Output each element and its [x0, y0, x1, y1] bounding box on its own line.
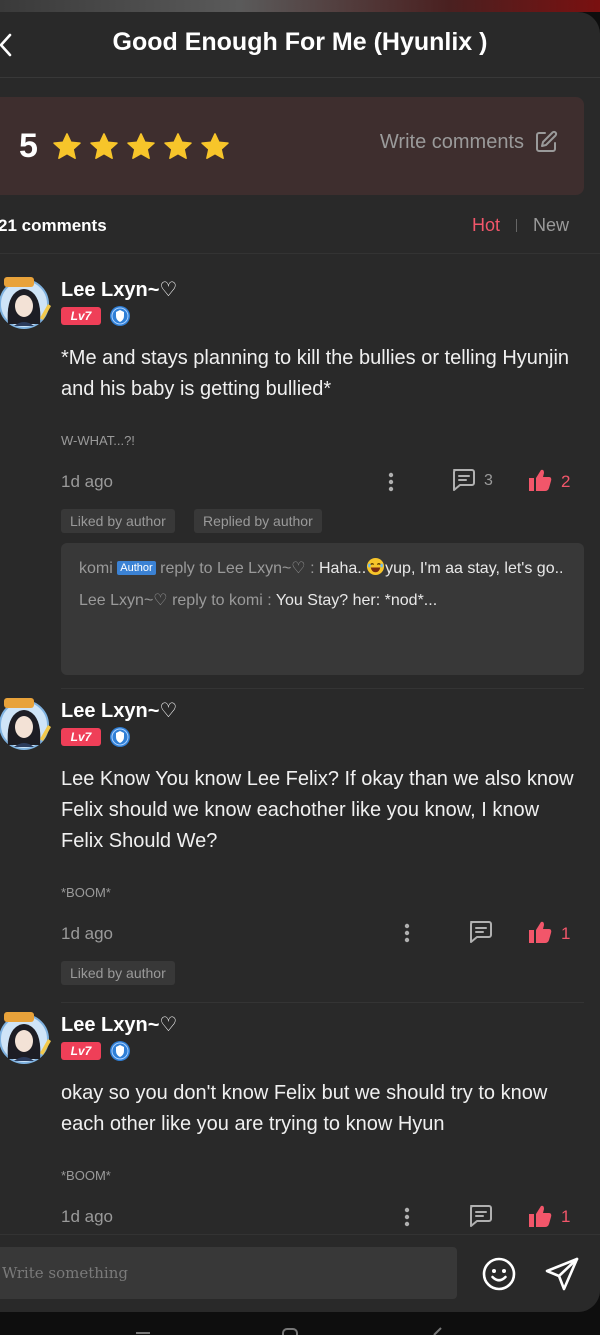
smile-icon[interactable] [480, 1255, 518, 1293]
level-badge: Lv7 [61, 307, 101, 325]
reply-text: Haha.. [319, 560, 367, 577]
sort-new-tab[interactable]: New [533, 215, 569, 236]
write-comments-label: Write comments [379, 130, 524, 153]
laughing-emoji-icon [367, 557, 385, 576]
shield-badge-icon [110, 306, 130, 326]
comment-divider [61, 688, 584, 689]
reply-author-name[interactable]: komi [79, 560, 113, 577]
star-icon [90, 133, 118, 159]
reply-item: Lee Lxyn~♡ reply to komi : You Stay? her… [79, 590, 566, 612]
thumbs-up-icon[interactable] [527, 467, 553, 493]
page-title: Good Enough For Me (Hyunlix ) [112, 28, 488, 56]
reply-text: You Stay? her: *nod*... [275, 592, 438, 609]
comment-username[interactable]: Lee Lxyn~♡ [61, 277, 177, 302]
comment-username[interactable]: Lee Lxyn~♡ [61, 1012, 177, 1037]
liked-by-author-tag: Liked by author [61, 509, 175, 533]
shield-badge-icon [110, 727, 130, 747]
comments-sheet: Good Enough For Me (Hyunlix ) 5 Write co… [0, 12, 600, 1312]
more-vertical-icon[interactable] [385, 470, 397, 494]
comment-quote: *BOOM* [61, 1168, 111, 1183]
liked-by-author-tag: Liked by author [61, 961, 175, 985]
background-app-strip [0, 0, 600, 12]
comment-text: Lee Know You know Lee Felix? If okay tha… [61, 768, 574, 852]
like-count: 2 [561, 472, 571, 491]
rating-card: 5 Write comments [0, 97, 584, 195]
edit-square-icon [536, 130, 558, 152]
avatar[interactable] [0, 1009, 52, 1065]
star-icon [164, 133, 192, 159]
star-icon [127, 133, 155, 159]
author-chip: Author [117, 561, 156, 575]
system-nav-bar [0, 1312, 600, 1335]
rating-stars [52, 132, 230, 162]
replied-by-author-tag: Replied by author [194, 509, 322, 533]
avatar[interactable] [0, 695, 52, 751]
comment-quote: *BOOM* [61, 885, 111, 900]
header: Good Enough For Me (Hyunlix ) [0, 12, 600, 78]
send-icon[interactable] [543, 1255, 581, 1293]
nav-back-icon[interactable] [430, 1324, 444, 1335]
comment-username[interactable]: Lee Lxyn~♡ [61, 698, 177, 723]
write-comments-button[interactable]: Write comments [380, 130, 558, 154]
level-badge: Lv7 [61, 1042, 101, 1060]
shield-badge-icon [110, 1041, 130, 1061]
message-square-icon[interactable] [467, 1204, 493, 1228]
reply-author-name[interactable]: Lee Lxyn~♡ [79, 592, 168, 609]
comment-input[interactable] [0, 1247, 457, 1299]
reply-to-label: reply to Lee Lxyn~♡ : [160, 560, 315, 577]
reply-text-continued: yup, I'm aa stay, let's go.. [385, 560, 564, 577]
message-square-icon[interactable] [467, 920, 493, 944]
home-icon[interactable] [281, 1324, 299, 1335]
sort-toggle: Hot New [472, 215, 569, 236]
replies-box[interactable]: komi Author reply to Lee Lxyn~♡ : Haha..… [61, 543, 584, 675]
more-vertical-icon[interactable] [401, 921, 413, 945]
sort-hot-tab[interactable]: Hot [472, 215, 500, 236]
reply-to-label: reply to komi : [172, 592, 272, 609]
comments-count: 21 comments [0, 216, 107, 235]
comment-text: *Me and stays planning to kill the bulli… [61, 347, 570, 400]
star-icon [201, 133, 229, 159]
thumbs-up-icon[interactable] [527, 919, 553, 945]
recent-apps-icon[interactable] [132, 1324, 154, 1335]
thumbs-up-icon[interactable] [527, 1203, 553, 1229]
comment-text: okay so you don't know Felix but we shou… [61, 1082, 548, 1135]
message-square-icon[interactable] [450, 468, 476, 492]
like-count: 1 [561, 1207, 571, 1226]
rating-score: 5 [19, 127, 38, 165]
comment-quote: W-WHAT...?! [61, 433, 135, 448]
more-vertical-icon[interactable] [401, 1205, 413, 1229]
reply-count: 3 [484, 472, 493, 489]
level-badge: Lv7 [61, 728, 101, 746]
comment-time: 1d ago [61, 472, 113, 491]
comment-divider [61, 1002, 584, 1003]
star-icon [53, 133, 81, 159]
like-count: 1 [561, 924, 571, 943]
comment-time: 1d ago [61, 1207, 113, 1226]
comment-composer [0, 1234, 600, 1312]
avatar[interactable] [0, 274, 52, 330]
reply-item: komi Author reply to Lee Lxyn~♡ : Haha..… [79, 557, 566, 580]
sort-divider [515, 219, 517, 232]
comments-toolbar: 21 comments Hot New [0, 210, 600, 254]
comment-time: 1d ago [61, 924, 113, 943]
